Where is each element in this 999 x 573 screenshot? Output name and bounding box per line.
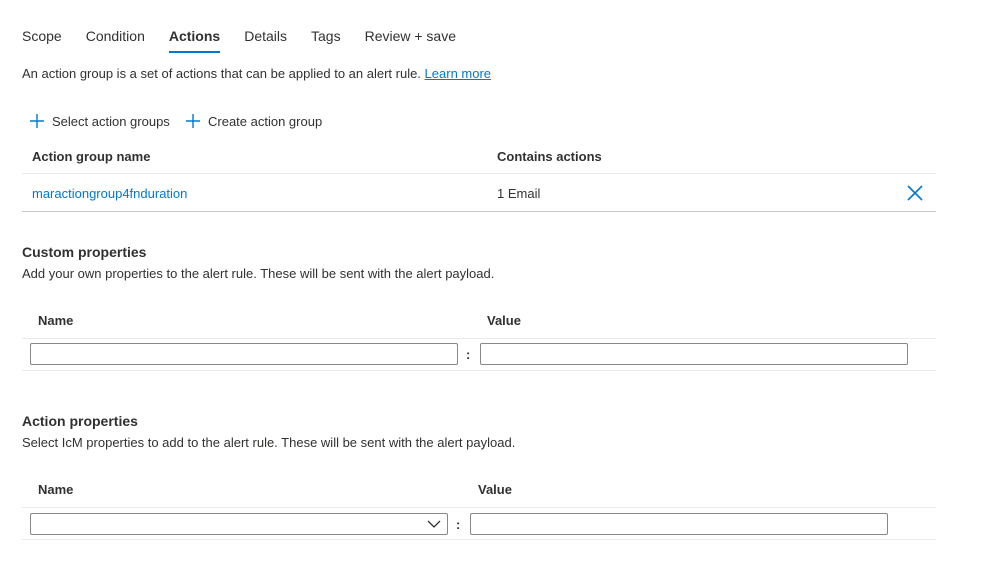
plus-icon xyxy=(186,114,200,128)
action-properties-title: Action properties xyxy=(22,413,138,429)
action-property-name-dropdown[interactable] xyxy=(30,513,448,535)
custom-value-header: Value xyxy=(487,313,521,328)
tab-details[interactable]: Details xyxy=(244,27,287,53)
tab-bar: Scope Condition Actions Details Tags Rev… xyxy=(22,27,480,53)
tab-scope[interactable]: Scope xyxy=(22,27,62,53)
learn-more-link[interactable]: Learn more xyxy=(425,66,491,81)
chevron-down-icon xyxy=(427,520,441,528)
custom-property-value-input[interactable] xyxy=(480,343,908,365)
create-action-group-button[interactable]: Create action group xyxy=(185,111,322,131)
select-action-groups-button[interactable]: Select action groups xyxy=(29,111,170,131)
contains-actions-value: 1 Email xyxy=(497,186,541,201)
custom-separator: : xyxy=(466,347,471,362)
row-divider xyxy=(22,211,936,212)
tab-review-save[interactable]: Review + save xyxy=(365,27,456,53)
table-row: maractiongroup4fnduration 1 Email xyxy=(22,174,936,211)
intro-text: An action group is a set of actions that… xyxy=(22,66,421,81)
action-separator: : xyxy=(456,517,461,532)
create-action-group-label: Create action group xyxy=(208,113,323,129)
custom-row-divider xyxy=(22,370,936,371)
action-value-header: Value xyxy=(478,482,512,497)
close-icon[interactable] xyxy=(906,184,924,202)
plus-icon xyxy=(30,114,44,128)
action-name-header: Name xyxy=(38,482,74,497)
tab-condition[interactable]: Condition xyxy=(86,27,145,53)
custom-header-divider xyxy=(22,338,936,339)
action-property-value-input[interactable] xyxy=(470,513,888,535)
action-group-name-link[interactable]: maractiongroup4fnduration xyxy=(32,186,187,201)
select-action-groups-label: Select action groups xyxy=(52,113,170,129)
actions-intro: An action group is a set of actions that… xyxy=(22,66,491,81)
custom-name-header: Name xyxy=(38,313,74,328)
action-header-divider xyxy=(22,507,936,508)
custom-properties-title: Custom properties xyxy=(22,244,147,260)
action-properties-description: Select IcM properties to add to the aler… xyxy=(22,435,516,450)
custom-properties-description: Add your own properties to the alert rul… xyxy=(22,266,495,281)
custom-property-name-input[interactable] xyxy=(30,343,458,365)
column-header-action-group-name: Action group name xyxy=(32,149,151,164)
action-row-divider xyxy=(22,539,936,540)
column-header-contains-actions: Contains actions xyxy=(497,149,602,164)
tab-tags[interactable]: Tags xyxy=(311,27,341,53)
tab-actions[interactable]: Actions xyxy=(168,27,221,53)
